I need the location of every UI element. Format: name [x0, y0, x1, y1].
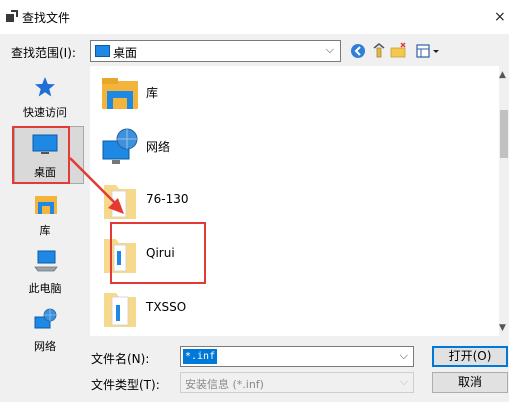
scroll-down-icon[interactable]: ▼ [499, 323, 506, 333]
highlight-box-desktop [12, 126, 70, 184]
back-button[interactable] [350, 42, 366, 60]
scroll-up-icon[interactable]: ▲ [499, 70, 506, 80]
filetype-label: 文件类型(T): [91, 378, 160, 392]
network-icon [102, 128, 138, 164]
filetype-value: 安装信息 (*.inf) [185, 378, 264, 391]
scrollbar-thumb[interactable] [500, 110, 508, 158]
chevron-down-icon[interactable]: ⌵ [400, 349, 408, 363]
highlight-box-qirui [110, 222, 206, 284]
look-in-dropdown[interactable]: 桌面 ⌵ [90, 40, 341, 62]
file-name: TXSSO [146, 300, 187, 314]
desktop-icon [95, 45, 110, 57]
file-name: 网络 [146, 140, 171, 154]
app-icon [6, 10, 18, 22]
computer-icon [34, 250, 58, 272]
vertical-scrollbar[interactable] [499, 66, 509, 336]
place-label: 快速访问 [23, 106, 67, 119]
list-item[interactable]: 网络 [90, 122, 490, 170]
place-label: 网络 [34, 340, 56, 353]
cancel-button[interactable]: 取消 [432, 372, 508, 393]
star-icon [35, 77, 55, 97]
new-folder-button[interactable] [390, 42, 408, 60]
file-name: 库 [146, 86, 159, 100]
open-button[interactable]: 打开(O) [432, 346, 508, 367]
look-in-value: 桌面 [113, 46, 138, 60]
list-item[interactable]: TXSSO [90, 284, 490, 332]
title-bar: 查找文件 × [0, 0, 509, 34]
place-library[interactable]: 库 [5, 194, 85, 238]
dialog-title: 查找文件 [22, 11, 71, 25]
place-quick-access[interactable]: 快速访问 [5, 76, 85, 120]
filetype-dropdown[interactable]: 安装信息 (*.inf) ⌵ [180, 372, 414, 393]
filename-label: 文件名(N): [91, 352, 150, 366]
place-label: 库 [39, 224, 51, 237]
library-icon [102, 78, 138, 109]
look-in-label: 查找范围(I): [11, 46, 76, 60]
list-item[interactable]: 76-130 [90, 176, 490, 224]
chevron-down-icon: ⌵ [325, 43, 334, 56]
network-icon [34, 308, 57, 329]
file-list[interactable]: 库 网络 76-130 Qirui TXSSO [90, 66, 508, 336]
places-bar: 快速访问 桌面 库 此电脑 网络 [5, 68, 85, 358]
library-icon [35, 196, 57, 214]
folder-icon [104, 185, 136, 219]
filename-input[interactable]: *.inf ⌵ [180, 346, 414, 367]
place-network[interactable]: 网络 [5, 308, 85, 353]
filename-value: *.inf [183, 349, 218, 364]
file-name: 76-130 [146, 192, 189, 206]
close-button[interactable]: × [494, 7, 509, 27]
place-this-pc[interactable]: 此电脑 [5, 250, 85, 295]
list-item[interactable]: 库 [90, 68, 490, 116]
chevron-down-icon: ⌵ [399, 375, 408, 388]
place-label: 此电脑 [28, 282, 62, 295]
view-menu-button[interactable] [416, 42, 444, 60]
folder-icon [104, 293, 136, 327]
up-folder-button[interactable] [371, 42, 387, 60]
